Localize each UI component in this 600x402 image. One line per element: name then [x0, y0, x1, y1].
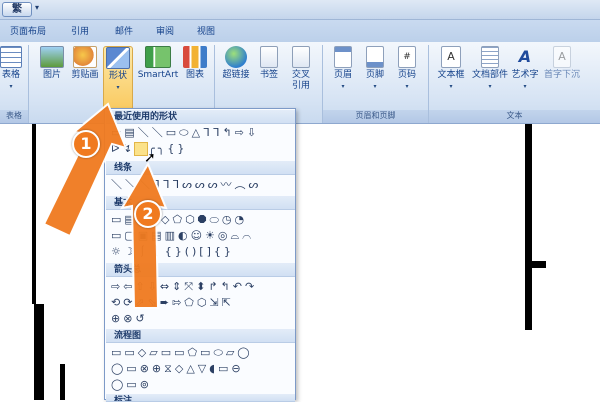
- block-arrows-row[interactable]: ⊕⊗↺: [111, 312, 295, 326]
- footer-icon: [366, 46, 384, 68]
- textbox-icon: A: [441, 46, 461, 68]
- group-label-header-footer: 页眉和页脚: [323, 110, 428, 123]
- drop-cap-button[interactable]: A 首字下沉: [542, 46, 582, 81]
- tab-page-layout[interactable]: 页面布局: [10, 24, 46, 37]
- bookmark-icon: [260, 46, 278, 68]
- flowchart-row[interactable]: ◯▭⊗⊕⧖◇△▽◖▭⊖: [111, 362, 295, 376]
- hyperlink-button[interactable]: 超链接: [220, 46, 252, 81]
- document-line: [525, 124, 532, 330]
- step-badge-2: 2: [134, 200, 162, 228]
- picture-icon: [40, 46, 64, 68]
- cross-reference-button[interactable]: 交叉 引用: [286, 46, 316, 92]
- wordart-button[interactable]: A 艺术字 ▾: [510, 46, 540, 92]
- clipart-icon: [73, 46, 97, 68]
- bookmark-button[interactable]: 书签: [256, 46, 282, 81]
- annotation-arrow-1: [42, 102, 128, 238]
- clipart-button[interactable]: 剪贴画: [68, 46, 102, 81]
- quick-parts-icon: [481, 46, 499, 68]
- section-callouts: 标注: [106, 394, 295, 402]
- quick-access-dropdown-icon[interactable]: ▾: [35, 3, 39, 12]
- tab-references[interactable]: 引用: [71, 24, 89, 37]
- cross-reference-icon: [292, 46, 310, 68]
- section-flowchart: 流程图: [106, 329, 295, 343]
- smartart-icon: [145, 46, 171, 68]
- step-badge-1: 1: [72, 130, 100, 158]
- picture-button[interactable]: 图片: [36, 46, 68, 81]
- header-button[interactable]: 页眉 ▾: [330, 46, 356, 92]
- page-number-button[interactable]: # 页码 ▾: [394, 46, 420, 92]
- flowchart-row[interactable]: ◯▭⊚: [111, 378, 295, 392]
- quick-access-logo[interactable]: 繁: [2, 2, 32, 17]
- table-icon: [0, 46, 22, 68]
- chart-icon: [183, 46, 207, 68]
- footer-button[interactable]: 页脚 ▾: [362, 46, 388, 92]
- group-label-table: 表格: [0, 110, 28, 123]
- smartart-button[interactable]: SmartArt: [136, 46, 180, 81]
- chart-button[interactable]: 图表: [182, 46, 208, 81]
- tab-view[interactable]: 视图: [197, 24, 215, 37]
- header-icon: [334, 46, 352, 68]
- document-line: [60, 364, 65, 400]
- tab-mailings[interactable]: 邮件: [115, 24, 133, 37]
- shapes-icon: [106, 47, 130, 69]
- drop-cap-icon: A: [553, 46, 571, 68]
- page-number-icon: #: [398, 46, 416, 68]
- section-recent-shapes: 最近使用的形状: [106, 110, 295, 124]
- group-label-text: 文本: [429, 110, 600, 123]
- textbox-button[interactable]: A 文本框 ▾: [434, 46, 468, 92]
- ribbon-tabs: 页面布局 引用 邮件 审阅 视图: [0, 20, 600, 42]
- title-bar: 繁 ▾: [0, 0, 600, 20]
- table-button[interactable]: 表格 ▾: [0, 46, 24, 92]
- document-block: [34, 304, 44, 400]
- tab-review[interactable]: 审阅: [156, 24, 174, 37]
- wordart-icon: A: [518, 47, 532, 66]
- quick-parts-button[interactable]: 文档部件 ▾: [470, 46, 510, 92]
- flowchart-row[interactable]: ▭▭◇▱▭▭⬠▭⬭▱◯: [111, 346, 295, 360]
- group-separator: [28, 45, 29, 123]
- document-line: [530, 261, 546, 268]
- globe-icon: [225, 46, 247, 68]
- annotation-arrow-2: [119, 161, 168, 309]
- recent-shapes-row[interactable]: ▭▤＼＼▭⬭△ᒣᒣ↰⇨⇩: [111, 126, 295, 140]
